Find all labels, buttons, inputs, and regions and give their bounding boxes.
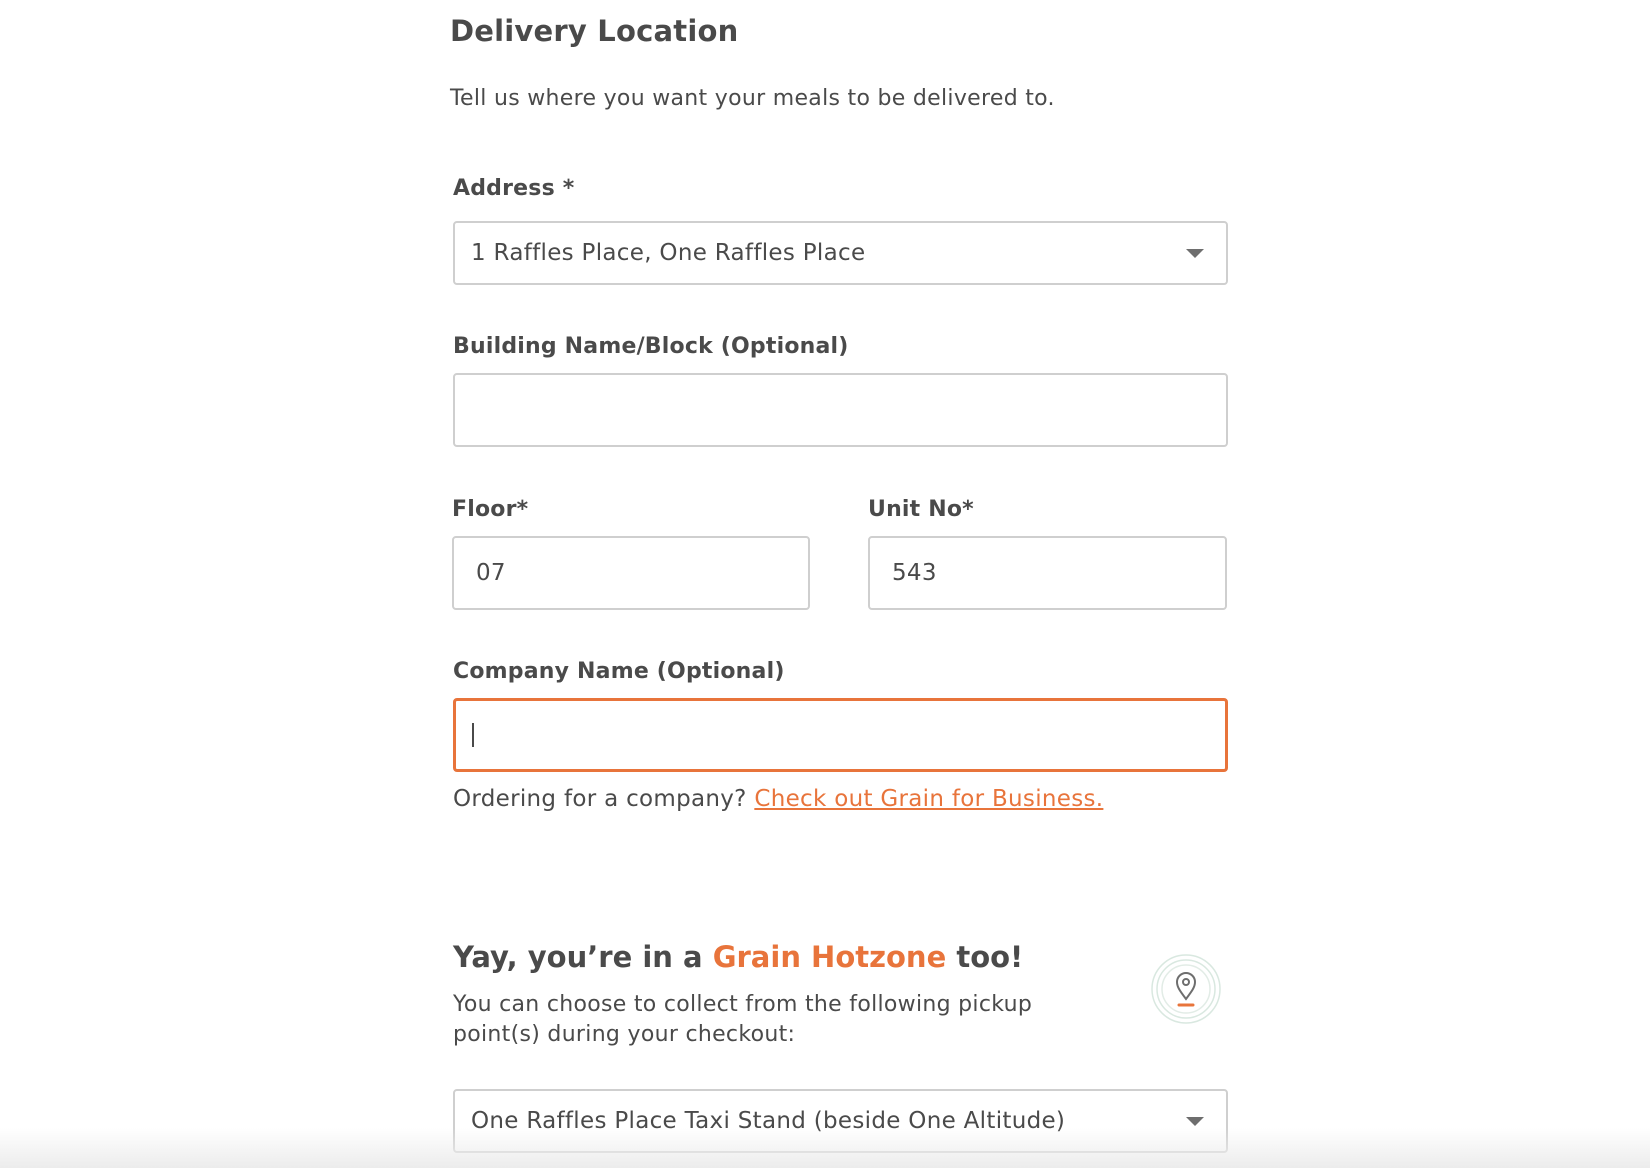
hotzone-title-prefix: Yay, you’re in a	[453, 940, 703, 974]
building-input[interactable]	[453, 373, 1228, 447]
hotzone-title: Yay, you’re in a Grain Hotzone too!	[453, 940, 1023, 974]
hotzone-title-accent: Grain Hotzone	[712, 940, 947, 974]
floor-label: Floor*	[452, 497, 529, 522]
location-pin-icon	[1151, 954, 1221, 1024]
grain-for-business-link[interactable]: Check out Grain for Business.	[754, 786, 1103, 812]
chevron-down-icon	[1186, 1117, 1204, 1126]
building-label: Building Name/Block (Optional)	[453, 334, 849, 359]
unit-label: Unit No*	[868, 497, 974, 522]
section-title: Delivery Location	[450, 14, 739, 48]
company-label: Company Name (Optional)	[453, 659, 785, 684]
company-input[interactable]	[453, 698, 1228, 772]
text-cursor	[472, 723, 474, 747]
chevron-down-icon	[1186, 249, 1204, 258]
pickup-point-select[interactable]: One Raffles Place Taxi Stand (beside One…	[453, 1089, 1228, 1153]
address-label: Address *	[453, 176, 575, 201]
pickup-point-value: One Raffles Place Taxi Stand (beside One…	[471, 1108, 1066, 1134]
hotzone-title-suffix: too!	[956, 940, 1024, 974]
floor-input[interactable]: 07	[452, 536, 810, 610]
hotzone-description: You can choose to collect from the follo…	[453, 992, 1033, 1047]
address-value: 1 Raffles Place, One Raffles Place	[471, 240, 866, 266]
section-intro: Tell us where you want your meals to be …	[450, 86, 1055, 111]
unit-value: 543	[892, 560, 937, 586]
company-helper: Ordering for a company? Check out Grain …	[453, 786, 1103, 812]
company-helper-text: Ordering for a company?	[453, 786, 747, 812]
address-select[interactable]: 1 Raffles Place, One Raffles Place	[453, 221, 1228, 285]
unit-input[interactable]: 543	[868, 536, 1227, 610]
floor-value: 07	[476, 560, 506, 586]
